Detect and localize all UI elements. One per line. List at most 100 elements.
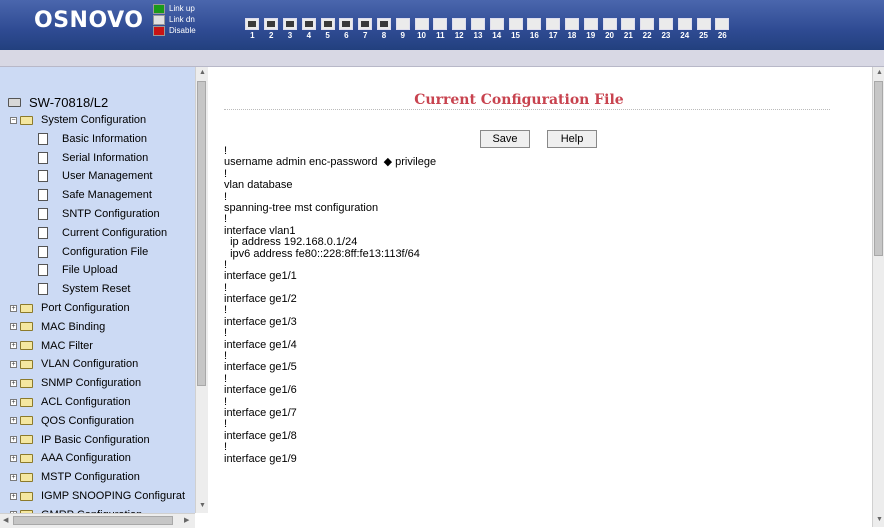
expand-icon[interactable]: + <box>10 436 17 444</box>
port-number: 26 <box>717 31 727 40</box>
port-4[interactable]: 4 <box>299 18 318 41</box>
port-3[interactable]: 3 <box>281 18 300 41</box>
tree-item[interactable]: − System Configuration <box>10 114 146 126</box>
port-19[interactable]: 19 <box>581 18 600 41</box>
title-divider <box>224 109 830 110</box>
folder-icon <box>20 115 33 125</box>
ethernet-port-icon <box>433 18 448 30</box>
port-17[interactable]: 17 <box>544 18 563 41</box>
tree-item[interactable]: System Reset <box>38 283 130 296</box>
collapse-icon[interactable]: − <box>10 116 17 124</box>
tree-item[interactable]: + ACL Configuration <box>10 396 130 408</box>
expand-icon[interactable]: + <box>10 454 17 462</box>
port-21[interactable]: 21 <box>619 18 638 41</box>
switch-icon <box>8 98 21 107</box>
main-vertical-scrollbar[interactable]: ▲ ▼ <box>872 67 884 527</box>
ethernet-port-icon <box>508 18 523 30</box>
port-12[interactable]: 12 <box>450 18 469 41</box>
tree-item[interactable]: SNTP Configuration <box>38 208 160 220</box>
scrollbar-thumb[interactable] <box>197 81 206 386</box>
tree-item[interactable]: File Upload <box>38 264 118 277</box>
expand-icon[interactable]: + <box>10 342 17 350</box>
port-8[interactable]: 8 <box>375 18 394 41</box>
port-number: 12 <box>454 31 464 40</box>
config-line: interface ge1/4 <box>224 338 297 351</box>
tree-item[interactable]: + IP Basic Configuration <box>10 434 150 446</box>
port-26[interactable]: 26 <box>713 18 732 41</box>
folder-icon <box>20 472 33 482</box>
sidebar-vertical-scrollbar[interactable]: ▲ ▼ <box>195 67 208 513</box>
expand-icon[interactable]: + <box>10 360 17 368</box>
sidebar-horizontal-scrollbar[interactable]: ◀ ▶ <box>0 513 195 528</box>
help-button[interactable]: Help <box>547 130 597 148</box>
tree-item[interactable]: + Port Configuration <box>10 302 130 314</box>
tree-item[interactable]: Safe Management <box>38 189 152 202</box>
ethernet-port-icon <box>395 18 410 30</box>
port-18[interactable]: 18 <box>563 18 582 41</box>
tree-item[interactable]: + AAA Configuration <box>10 452 131 464</box>
folder-icon <box>20 435 33 445</box>
scroll-up-icon[interactable]: ▲ <box>199 69 206 76</box>
expand-icon[interactable]: + <box>10 417 17 425</box>
port-20[interactable]: 20 <box>600 18 619 41</box>
tree-item[interactable]: User Management <box>38 170 153 183</box>
scroll-right-icon[interactable]: ▶ <box>184 516 189 524</box>
port-number: 15 <box>511 31 520 40</box>
document-icon <box>38 245 48 258</box>
tree-item[interactable]: + SNMP Configuration <box>10 377 141 389</box>
ethernet-port-icon <box>527 18 542 30</box>
expand-icon[interactable]: + <box>10 492 17 500</box>
port-13[interactable]: 13 <box>469 18 488 41</box>
tree-item-label: Serial Information <box>62 151 149 164</box>
scroll-down-icon[interactable]: ▼ <box>199 502 206 509</box>
tree-item[interactable]: + VLAN Configuration <box>10 358 138 370</box>
port-5[interactable]: 5 <box>318 18 337 41</box>
save-button[interactable]: Save <box>480 130 530 148</box>
expand-icon[interactable]: + <box>10 323 17 331</box>
tree-item[interactable]: + MSTP Configuration <box>10 471 140 483</box>
port-22[interactable]: 22 <box>638 18 657 41</box>
ethernet-port-icon <box>564 18 579 30</box>
tree-item[interactable]: Serial Information <box>38 151 149 164</box>
tree-item[interactable]: + MAC Filter <box>10 340 93 352</box>
tree-item[interactable]: + QOS Configuration <box>10 415 134 427</box>
document-icon <box>38 189 48 202</box>
folder-icon <box>20 416 33 426</box>
port-number: 4 <box>306 31 312 40</box>
ethernet-port-icon <box>452 18 467 30</box>
scroll-down-icon[interactable]: ▼ <box>876 516 883 523</box>
port-14[interactable]: 14 <box>487 18 506 41</box>
port-16[interactable]: 16 <box>525 18 544 41</box>
port-11[interactable]: 11 <box>431 18 450 41</box>
ethernet-port-icon <box>245 18 260 30</box>
port-15[interactable]: 15 <box>506 18 525 41</box>
port-7[interactable]: 7 <box>356 18 375 41</box>
port-24[interactable]: 24 <box>675 18 694 41</box>
scroll-up-icon[interactable]: ▲ <box>876 69 883 76</box>
document-icon <box>38 264 48 277</box>
port-1[interactable]: 1 <box>243 18 262 41</box>
expand-icon[interactable]: + <box>10 398 17 406</box>
scroll-left-icon[interactable]: ◀ <box>3 516 8 524</box>
tree-item[interactable]: + MAC Binding <box>10 321 105 333</box>
port-2[interactable]: 2 <box>262 18 281 41</box>
tree-item[interactable]: + IGMP SNOOPING Configurat <box>10 490 185 502</box>
folder-icon <box>20 359 33 369</box>
ethernet-port-icon <box>376 18 391 30</box>
port-6[interactable]: 6 <box>337 18 356 41</box>
expand-icon[interactable]: + <box>10 304 17 312</box>
expand-icon[interactable]: + <box>10 473 17 481</box>
scrollbar-thumb[interactable] <box>874 81 883 256</box>
port-25[interactable]: 25 <box>694 18 713 41</box>
port-number: 18 <box>567 31 577 40</box>
tree-item[interactable]: Configuration File <box>38 245 148 258</box>
tree-root[interactable]: SW-70818/L2 <box>8 95 108 110</box>
hscrollbar-thumb[interactable] <box>13 516 173 525</box>
port-10[interactable]: 10 <box>412 18 431 41</box>
tree-item[interactable]: Current Configuration <box>38 226 167 239</box>
tree-item[interactable]: Basic Information <box>38 132 147 145</box>
port-9[interactable]: 9 <box>393 18 412 41</box>
port-number: 1 <box>250 31 255 40</box>
expand-icon[interactable]: + <box>10 379 17 387</box>
port-23[interactable]: 23 <box>657 18 676 41</box>
